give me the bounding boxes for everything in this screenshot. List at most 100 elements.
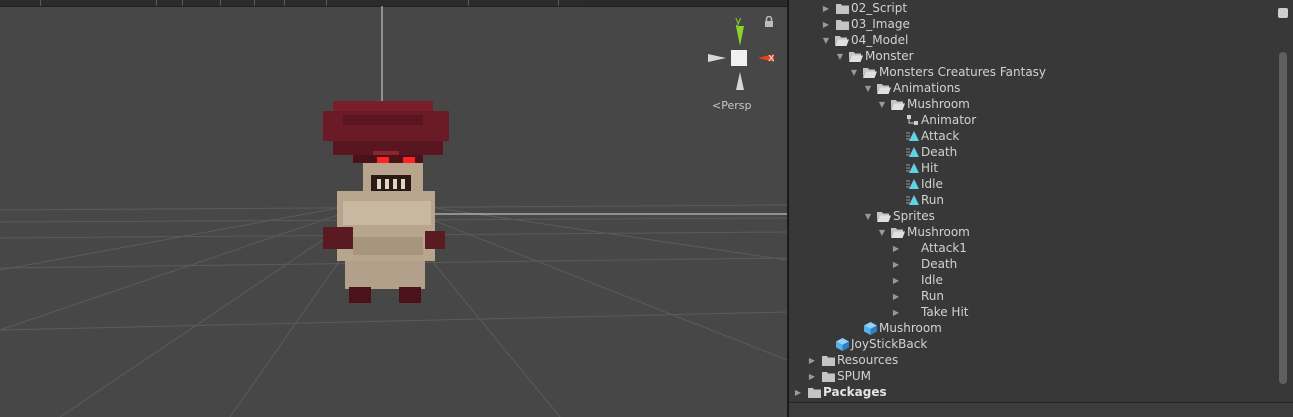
folder-open-icon [877,81,891,95]
arrow-spacer [821,336,831,352]
folder-open-icon [835,33,849,47]
tree-item[interactable]: ▼ Monsters Creatures Fantasy [849,64,1046,80]
arrow-spacer [891,160,901,176]
scene-view[interactable]: y x <Persp [0,0,787,417]
collapse-arrow-icon[interactable]: ▼ [835,48,845,64]
tree-item[interactable]: ▶ SPUM [807,368,871,384]
expand-arrow-icon[interactable]: ▶ [793,384,803,400]
scrollbar[interactable] [1276,0,1290,400]
tree-item[interactable]: Hit [891,160,938,176]
tree-item-label: SPUM [837,369,871,383]
arrow-spacer [849,320,859,336]
expand-arrow-icon[interactable]: ▶ [891,288,901,304]
animation-clip-icon [905,145,919,159]
animator-controller-icon [905,113,919,127]
tree-item-label: Packages [823,385,887,399]
expand-arrow-icon[interactable]: ▶ [891,256,901,272]
center-cube-icon [731,50,747,66]
tree-item[interactable]: ▶ 03_Image [821,16,910,32]
tree-item-label: Take Hit [921,305,969,319]
tree-item[interactable]: ▼ 04_Model [821,32,908,48]
folder-icon [835,1,849,15]
tree-item[interactable]: ▼ Animations [863,80,961,96]
tree-item-label: Mushroom [907,225,970,239]
tree-item-label: Resources [837,353,899,367]
collapse-arrow-icon[interactable]: ▼ [821,32,831,48]
lock-icon[interactable] [764,16,774,28]
tree-item-label: Attack1 [921,241,967,255]
tree-item[interactable]: ▼ Monster [835,48,914,64]
folder-icon [835,17,849,31]
tree-item-label: Idle [921,273,943,287]
persp-arrow-icon: < [712,99,722,112]
expand-arrow-icon[interactable]: ▶ [891,240,901,256]
collapse-arrow-icon[interactable]: ▼ [877,96,887,112]
folder-open-icon [891,225,905,239]
animation-clip-icon [905,193,919,207]
collapse-arrow-icon[interactable]: ▼ [863,208,873,224]
arrow-spacer [891,192,901,208]
tree-item[interactable]: ▶ Idle [891,272,943,288]
collapse-arrow-icon[interactable]: ▼ [877,224,887,240]
tree-item[interactable]: ▶ Packages [793,384,887,400]
tree-item[interactable]: Idle [891,176,943,192]
tree-item[interactable]: Attack [891,128,959,144]
expand-arrow-icon[interactable]: ▶ [891,272,901,288]
arrow-spacer [891,144,901,160]
mushroom-sprite-image[interactable] [323,101,449,303]
scrollbar-thumb[interactable] [1279,52,1287,384]
arrow-spacer [891,128,901,144]
animation-clip-icon [905,161,919,175]
neg-y-axis-cone-icon [736,72,744,90]
folder-icon [807,385,821,399]
tree-item-label: 04_Model [851,33,909,47]
tree-item[interactable]: ▶ Run [891,288,944,304]
tree-item-label: Run [921,289,945,303]
folder-open-icon [863,65,877,79]
axis-x-label: x [768,51,775,64]
tree-item-label: Idle [921,177,943,191]
folder-open-icon [891,97,905,111]
arrow-spacer [891,176,901,192]
neg-x-axis-cone-icon [708,54,726,62]
tree-item[interactable]: ▼ Mushroom [877,224,970,240]
collapse-arrow-icon[interactable]: ▼ [863,80,873,96]
sprite-icon [905,305,919,319]
tree-item[interactable]: Death [891,144,957,160]
tree-item[interactable]: Run [891,192,944,208]
tree-item[interactable]: ▶ Death [891,256,957,272]
sprite-icon [905,289,919,303]
arrow-spacer [891,112,901,128]
tree-item[interactable]: ▼ Mushroom [877,96,970,112]
expand-arrow-icon[interactable]: ▶ [807,352,817,368]
tree-item-label: Run [921,193,945,207]
tree-item-label: 02_Script [851,1,908,15]
tree-item[interactable]: ▶ 02_Script [821,0,907,16]
sprite-icon [905,241,919,255]
tree-item[interactable]: ▶ Attack1 [891,240,967,256]
tree-item[interactable]: JoyStickBack [821,336,927,352]
tree-item[interactable]: Mushroom [849,320,942,336]
animation-clip-icon [905,177,919,191]
expand-arrow-icon[interactable]: ▶ [821,16,831,32]
animation-clip-icon [905,129,919,143]
axis-y-label: y [735,14,742,27]
prefab-icon [835,337,849,351]
folder-icon [821,353,835,367]
collapse-arrow-icon[interactable]: ▼ [849,64,859,80]
tree-item-label: Death [921,257,958,271]
expand-arrow-icon[interactable]: ▶ [891,304,901,320]
y-axis-cone-icon [736,26,744,46]
sprite-icon [905,273,919,287]
project-panel: ▶ 02_Script ▶ 03_Image ▼ 04_Model ▼ Monster ▼ Mon… [789,0,1293,417]
tree-item[interactable]: ▼ Sprites [863,208,935,224]
tree-item[interactable]: ▶ Resources [807,352,898,368]
perspective-toggle[interactable]: <Persp [712,99,751,112]
scroll-up-button[interactable] [1278,8,1288,18]
tree-item[interactable]: Animator [891,112,976,128]
tree-item[interactable]: ▶ Take Hit [891,304,969,320]
folder-icon [821,369,835,383]
expand-arrow-icon[interactable]: ▶ [821,0,831,16]
expand-arrow-icon[interactable]: ▶ [807,368,817,384]
tree-item-label: 03_Image [851,17,910,31]
